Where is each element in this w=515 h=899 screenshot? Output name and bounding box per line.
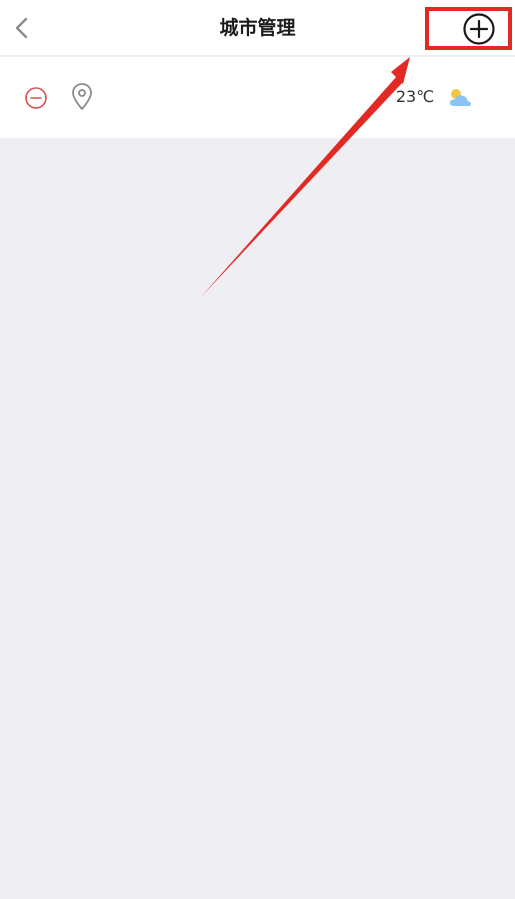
top-bar: 城市管理 <box>0 0 515 56</box>
location-pin-icon <box>72 83 92 110</box>
city-list-item[interactable]: 23℃ <box>0 57 515 138</box>
chevron-left-icon <box>15 17 28 39</box>
partly-cloudy-icon <box>449 89 471 106</box>
minus-circle-icon <box>25 87 47 109</box>
add-city-button[interactable] <box>460 11 498 47</box>
page-title: 城市管理 <box>219 17 296 39</box>
city-temperature: 23℃ <box>395 87 435 106</box>
back-button[interactable] <box>4 10 40 46</box>
plus-circle-icon <box>463 13 495 45</box>
remove-city-button[interactable] <box>24 86 48 110</box>
